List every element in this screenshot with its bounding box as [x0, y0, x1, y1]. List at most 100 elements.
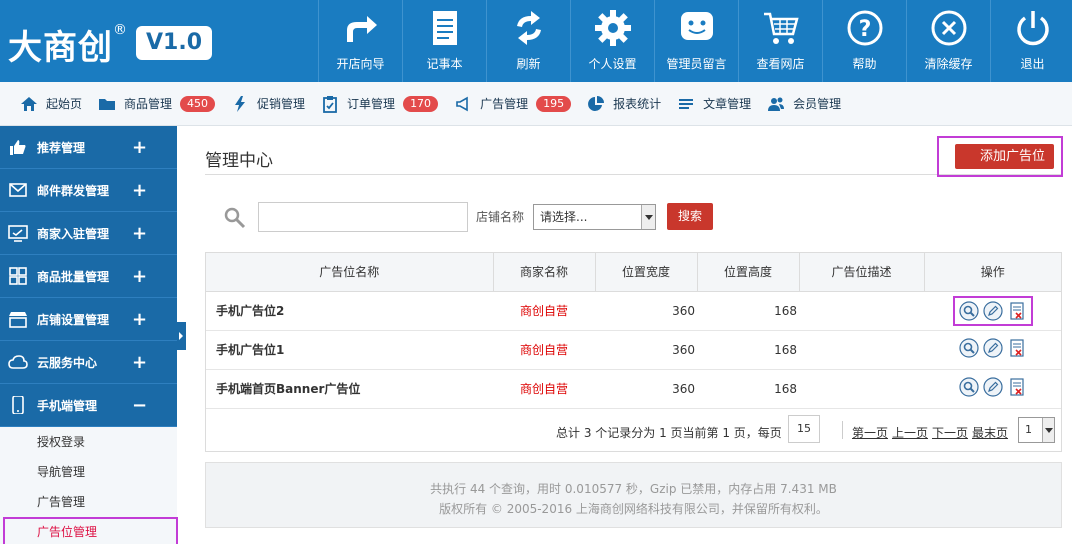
subnav-item-home[interactable]: 起始页: [20, 95, 82, 113]
svg-text:?: ?: [858, 17, 871, 42]
subnav-item-orders[interactable]: 订单管理 170: [321, 95, 439, 113]
sidebar-item-ad-positions[interactable]: 广告位管理: [3, 517, 178, 544]
sidebar-item-ads[interactable]: 广告管理: [0, 487, 177, 517]
position-height: 168: [697, 369, 799, 409]
topnav-item-guide[interactable]: 开店向导: [318, 0, 402, 82]
position-width: 360: [595, 291, 697, 331]
sidebar-group-label: 手机端管理: [37, 398, 98, 413]
page-size-input[interactable]: 15: [788, 415, 820, 443]
topnav-item-clear-cache[interactable]: 清除缓存: [906, 0, 990, 82]
folder-icon: [99, 98, 116, 110]
column-header: 位置高度: [697, 253, 800, 292]
topnav-label: 个人设置: [588, 57, 637, 71]
topnav-item-refresh[interactable]: 刷新: [486, 0, 570, 82]
notepad-icon: [432, 11, 457, 45]
subnav-item-reports[interactable]: 报表统计: [587, 95, 661, 113]
sidebar-group-cloud[interactable]: 云服务中心 +: [0, 341, 177, 384]
footer-copyright: 版权所有 © 2005-2016 上海商创网络科技有限公司，并保留所有权利。: [439, 502, 828, 516]
search-button[interactable]: 搜索: [667, 203, 713, 230]
view-icon[interactable]: [958, 377, 979, 397]
position-width: 360: [595, 330, 697, 370]
expand-icon[interactable]: +: [132, 223, 147, 244]
envelope-icon: [9, 183, 27, 197]
expand-icon[interactable]: +: [132, 137, 147, 158]
expand-icon[interactable]: +: [132, 180, 147, 201]
topnav-label: 开店向导: [336, 57, 385, 71]
subnav-item-members[interactable]: 会员管理: [767, 95, 841, 113]
row-actions: [924, 291, 1061, 331]
subnav-item-articles[interactable]: 文章管理: [677, 95, 751, 113]
expand-icon[interactable]: +: [132, 309, 147, 330]
topnav-label: 管理员留言: [666, 57, 727, 71]
close-circle-icon: [931, 10, 966, 46]
sidebar-item-auth-login[interactable]: 授权登录: [0, 427, 177, 457]
ad-position-table: 广告位名称 商家名称 位置宽度 位置高度 广告位描述 操作 手机广告位2 商创自…: [205, 252, 1062, 452]
view-icon[interactable]: [958, 300, 979, 321]
delete-icon[interactable]: [1007, 301, 1027, 321]
view-icon[interactable]: [958, 338, 979, 358]
topnav-label: 清除缓存: [924, 57, 973, 71]
subnav-label: 文章管理: [703, 97, 752, 111]
position-description: [799, 330, 924, 370]
topnav-label: 查看网店: [756, 57, 805, 71]
edit-icon[interactable]: [982, 300, 1003, 321]
search-input[interactable]: [258, 202, 468, 232]
sidebar-group-mobile[interactable]: 手机端管理 −: [0, 384, 177, 427]
column-header: 位置宽度: [595, 253, 698, 292]
sidebar-group-merchants[interactable]: 商家入驻管理 +: [0, 212, 177, 255]
sidebar: 推荐管理 + 邮件群发管理 + 商家入驻管理 + 商品批量管理 + 店铺设置管理…: [0, 126, 178, 544]
page-title: 管理中心: [205, 151, 273, 171]
topnav-item-settings[interactable]: 个人设置: [570, 0, 654, 82]
mobile-icon: [12, 396, 24, 414]
merchant-name: 商创自营: [493, 369, 595, 409]
sidebar-group-mail[interactable]: 邮件群发管理 +: [0, 169, 177, 212]
edit-icon[interactable]: [982, 338, 1003, 358]
store-icon: [9, 312, 27, 328]
add-button-highlight: 添加广告位: [937, 136, 1063, 177]
sidebar-group-label: 邮件群发管理: [37, 183, 110, 198]
chat-face-icon: [680, 12, 713, 40]
sidebar-group-batch[interactable]: 商品批量管理 +: [0, 255, 177, 298]
topnav-item-view-store[interactable]: 查看网店: [738, 0, 822, 82]
table-row: 手机广告位2 商创自营 360 168: [206, 291, 1061, 331]
subnav-label: 商品管理: [124, 97, 173, 111]
collapse-icon[interactable]: −: [132, 395, 147, 416]
subnav-item-promotions[interactable]: 促销管理: [231, 95, 305, 113]
clipboard-icon: [323, 95, 337, 113]
chevron-down-icon: [641, 205, 655, 229]
add-ad-position-button[interactable]: 添加广告位: [955, 144, 1054, 169]
shop-name-label: 店铺名称: [476, 210, 525, 224]
first-page-link[interactable]: 第一页: [852, 424, 888, 441]
gear-icon: [594, 10, 631, 46]
subnav-item-products[interactable]: 商品管理 450: [98, 95, 216, 113]
subnav-label: 促销管理: [257, 97, 306, 111]
ad-position-name: 手机端首页Banner广告位: [206, 369, 493, 409]
position-description: [799, 369, 924, 409]
subnav-label: 广告管理: [480, 97, 529, 111]
prev-page-link[interactable]: 上一页: [892, 424, 928, 441]
next-page-link[interactable]: 下一页: [932, 424, 968, 441]
page-select[interactable]: 1: [1018, 417, 1055, 443]
divider: [842, 421, 843, 439]
topnav-item-logout[interactable]: 退出: [990, 0, 1072, 82]
sidebar-item-navigation[interactable]: 导航管理: [0, 457, 177, 487]
order-count-badge: 170: [403, 95, 439, 112]
expand-icon[interactable]: +: [132, 266, 147, 287]
delete-icon[interactable]: [1007, 338, 1027, 358]
last-page-link[interactable]: 最末页: [972, 424, 1008, 441]
sidebar-group-store-settings[interactable]: 店铺设置管理 +: [0, 298, 177, 341]
topnav-item-notepad[interactable]: 记事本: [402, 0, 486, 82]
subnav-item-ads[interactable]: 广告管理 195: [454, 95, 572, 113]
delete-icon[interactable]: [1007, 377, 1027, 397]
thumbs-up-icon: [10, 140, 26, 155]
topnav-item-help[interactable]: ? 帮助: [822, 0, 906, 82]
edit-icon[interactable]: [982, 377, 1003, 397]
refresh-icon: [516, 11, 541, 45]
shop-name-select[interactable]: 请选择...: [533, 204, 656, 230]
topnav-label: 记事本: [426, 57, 463, 71]
expand-icon[interactable]: +: [132, 352, 147, 373]
users-icon: [768, 97, 785, 111]
topnav-item-admin-message[interactable]: 管理员留言: [654, 0, 738, 82]
sidebar-collapse-handle[interactable]: [177, 322, 186, 350]
sidebar-group-recommend[interactable]: 推荐管理 +: [0, 126, 177, 169]
